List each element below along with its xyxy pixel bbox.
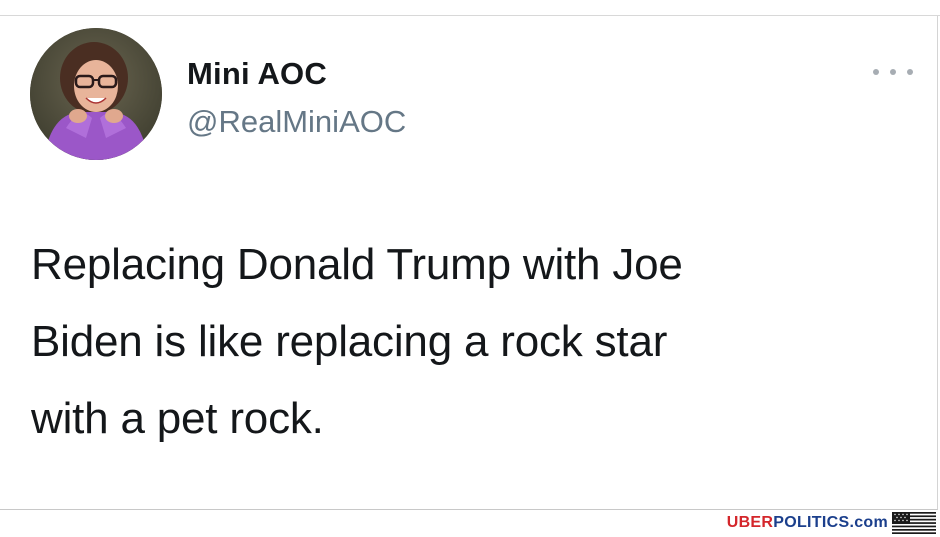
display-name[interactable]: Mini AOC	[187, 56, 327, 92]
us-flag-icon	[892, 512, 936, 534]
tweet-text-line: Biden is like replacing a rock star	[31, 317, 668, 366]
dot-icon	[890, 69, 896, 75]
watermark-part-com: .com	[849, 514, 888, 531]
tweet-card: Mini AOC @RealMiniAOC Replacing Donald T…	[0, 16, 938, 510]
avatar[interactable]	[30, 28, 162, 160]
watermark-part-politics: POLITICS	[773, 514, 850, 531]
site-watermark: UBERPOLITICS.com	[727, 514, 888, 532]
tweet-text-line: with a pet rock.	[31, 394, 324, 443]
dot-icon	[907, 69, 913, 75]
tweet-text-line: Replacing Donald Trump with Joe	[31, 240, 683, 289]
dot-icon	[873, 69, 879, 75]
user-handle[interactable]: @RealMiniAOC	[187, 104, 406, 140]
tweet-text: Replacing Donald Trump with Joe Biden is…	[31, 226, 901, 457]
user-avatar-icon	[30, 28, 162, 160]
more-options-icon[interactable]	[873, 64, 913, 80]
watermark-part-uber: UBER	[726, 514, 774, 531]
